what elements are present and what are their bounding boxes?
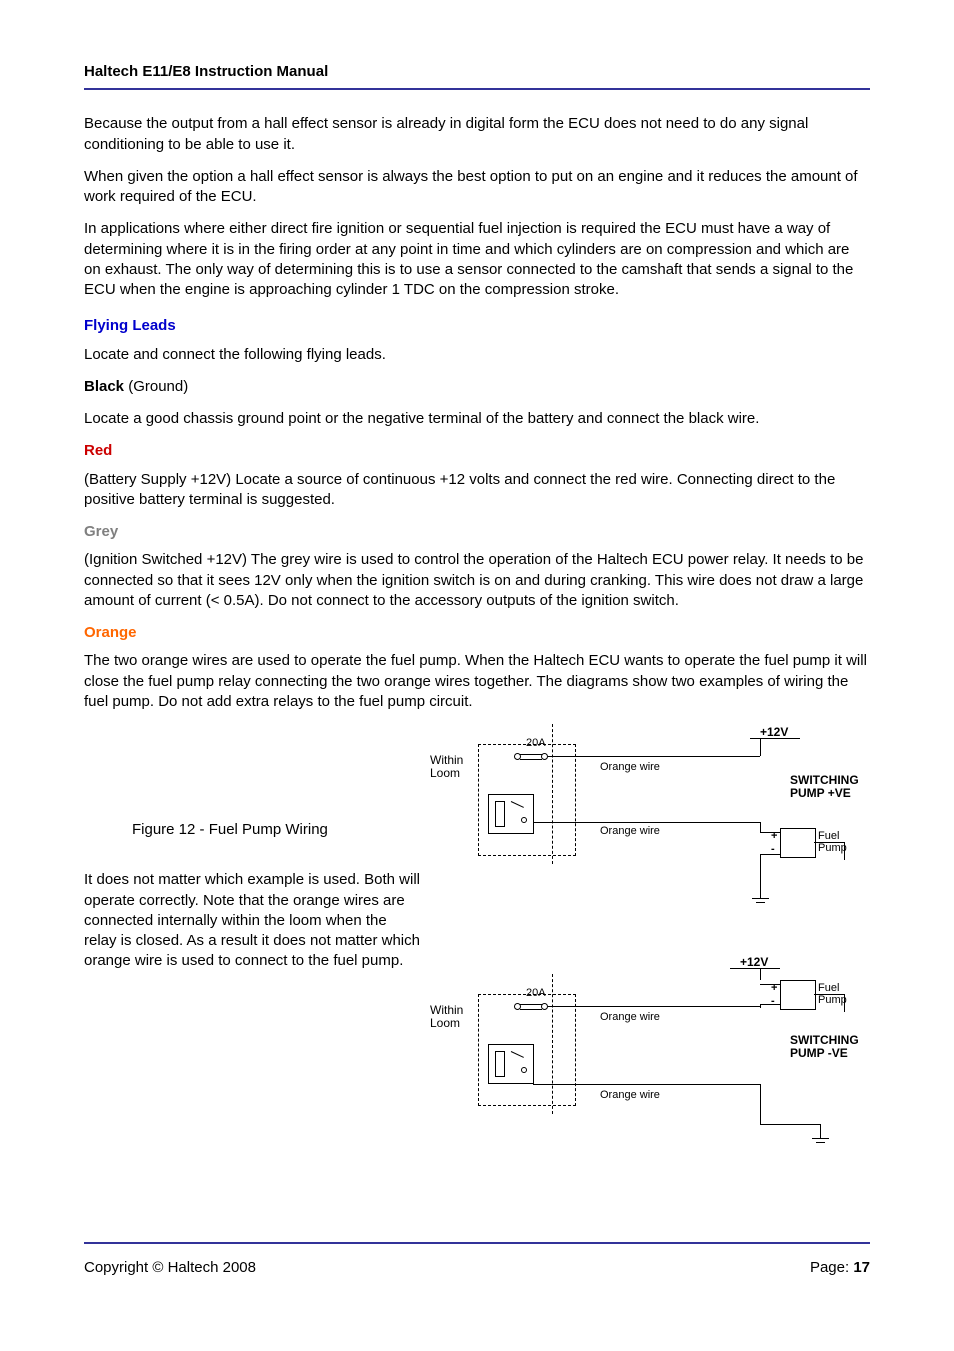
wire bbox=[760, 854, 780, 855]
body-paragraph: Because the output from a hall effect se… bbox=[84, 114, 870, 155]
wire bbox=[844, 842, 845, 860]
wire bbox=[760, 1124, 820, 1125]
section-heading-flying-leads: Flying Leads bbox=[84, 316, 870, 336]
orange-wire-label: Orange wire bbox=[600, 1010, 660, 1025]
orange-wire-label: Orange wire bbox=[600, 824, 660, 839]
dashed-divider bbox=[552, 974, 553, 1114]
wire bbox=[760, 968, 761, 980]
figure-block: Figure 12 - Fuel Pump Wiring It does not… bbox=[84, 724, 870, 1224]
diagram-title: SWITCHING PUMP +VE bbox=[790, 774, 859, 800]
label-black-paren: (Ground) bbox=[124, 378, 188, 395]
wire bbox=[844, 994, 845, 1012]
orange-wire-label: Orange wire bbox=[600, 1088, 660, 1103]
body-paragraph: The two orange wires are used to operate… bbox=[84, 651, 870, 712]
body-paragraph: It does not matter which example is used… bbox=[84, 870, 422, 971]
relay-icon bbox=[488, 794, 534, 834]
wire bbox=[548, 756, 760, 757]
ground-icon bbox=[760, 884, 761, 898]
diagram-title: SWITCHING PUMP -VE bbox=[790, 1034, 859, 1060]
wire bbox=[548, 1006, 760, 1007]
wire bbox=[760, 832, 780, 833]
section-heading-grey: Grey bbox=[84, 522, 870, 542]
orange-wire-label: Orange wire bbox=[600, 760, 660, 775]
wire bbox=[750, 738, 800, 739]
fuse-icon bbox=[520, 1004, 542, 1010]
footer-page: Page: 17 bbox=[810, 1258, 870, 1278]
diagram-switching-pump-positive: Within Loom 20A Orange wire Orange wire … bbox=[430, 724, 870, 924]
wire bbox=[760, 1004, 761, 1008]
header-rule bbox=[84, 88, 870, 90]
dashed-divider bbox=[552, 724, 553, 864]
body-paragraph: Locate and connect the following flying … bbox=[84, 345, 870, 365]
wire bbox=[760, 854, 761, 884]
section-heading-red: Red bbox=[84, 441, 870, 461]
relay-icon bbox=[488, 1044, 534, 1084]
body-paragraph: In applications where either direct fire… bbox=[84, 219, 870, 300]
fuel-pump-icon: +- bbox=[780, 828, 816, 858]
loom-label: Within Loom bbox=[430, 754, 463, 780]
wire bbox=[730, 968, 780, 969]
section-heading-orange: Orange bbox=[84, 623, 870, 643]
wire bbox=[760, 738, 761, 756]
wire bbox=[533, 822, 760, 823]
wire bbox=[760, 984, 780, 985]
wire bbox=[760, 1084, 761, 1124]
wire bbox=[814, 842, 844, 843]
wire bbox=[760, 822, 761, 832]
loom-label: Within Loom bbox=[430, 1004, 463, 1030]
label-black: Black bbox=[84, 378, 124, 395]
fuse-icon bbox=[520, 754, 542, 760]
body-paragraph: (Battery Supply +12V) Locate a source of… bbox=[84, 470, 870, 511]
wire bbox=[814, 994, 844, 995]
ground-icon bbox=[820, 1124, 821, 1138]
body-paragraph: Locate a good chassis ground point or th… bbox=[84, 409, 870, 429]
header-title: Haltech E11/E8 Instruction Manual bbox=[84, 62, 870, 82]
wire bbox=[533, 1084, 760, 1085]
footer-rule bbox=[84, 1242, 870, 1244]
footer-copyright: Copyright © Haltech 2008 bbox=[84, 1258, 256, 1278]
wire bbox=[760, 1004, 780, 1005]
body-paragraph: Black (Ground) bbox=[84, 377, 870, 397]
body-paragraph: (Ignition Switched +12V) The grey wire i… bbox=[84, 550, 870, 611]
fuse-label: 20A bbox=[526, 736, 546, 751]
diagram-switching-pump-negative: Within Loom 20A Orange wire Orange wire … bbox=[430, 974, 870, 1174]
figure-caption: Figure 12 - Fuel Pump Wiring bbox=[132, 820, 422, 840]
body-paragraph: When given the option a hall effect sens… bbox=[84, 167, 870, 208]
fuse-label: 20A bbox=[526, 986, 546, 1001]
fuel-pump-icon: +- bbox=[780, 980, 816, 1010]
